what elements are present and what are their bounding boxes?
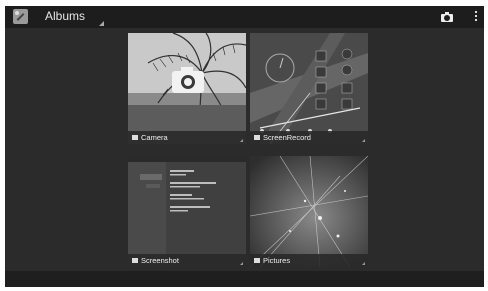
album-tile-camera[interactable]: Camera [128,33,246,144]
action-bar: Albums [5,6,484,28]
album-thumbnail [250,156,368,267]
album-label: Pictures [263,256,291,265]
spinner-indicator-icon[interactable] [99,21,104,26]
album-label: ScreenRecord [263,133,311,142]
album-thumbnail [250,33,368,144]
gallery-screen: Albums Camera ScreenRecord Screenshot Pi… [5,6,484,287]
album-thumbnail [128,33,246,144]
album-caption: Camera [128,131,246,144]
album-caption: Screenshot [128,254,246,267]
system-navigation-bar [5,271,484,287]
album-thumbnail [128,156,246,267]
album-caption: Pictures [250,254,368,267]
overflow-menu-icon[interactable] [474,11,478,25]
folder-icon [254,258,260,263]
folder-icon [132,258,138,263]
folder-icon [254,135,260,140]
selection-corner-icon [240,139,243,142]
camera-small-icon [132,135,138,140]
camera-icon[interactable] [441,11,453,23]
album-tile-screenshot[interactable]: Screenshot [128,156,246,267]
album-tile-pictures[interactable]: Pictures [250,156,368,267]
selection-corner-icon [362,139,365,142]
album-caption: ScreenRecord [250,131,368,144]
album-spinner-title[interactable]: Albums [45,9,85,23]
selection-corner-icon [362,262,365,265]
album-label: Screenshot [141,256,179,265]
album-label: Camera [141,133,168,142]
gallery-icon[interactable] [13,9,28,24]
selection-corner-icon [240,262,243,265]
album-tile-screenrecord[interactable]: ScreenRecord [250,33,368,144]
